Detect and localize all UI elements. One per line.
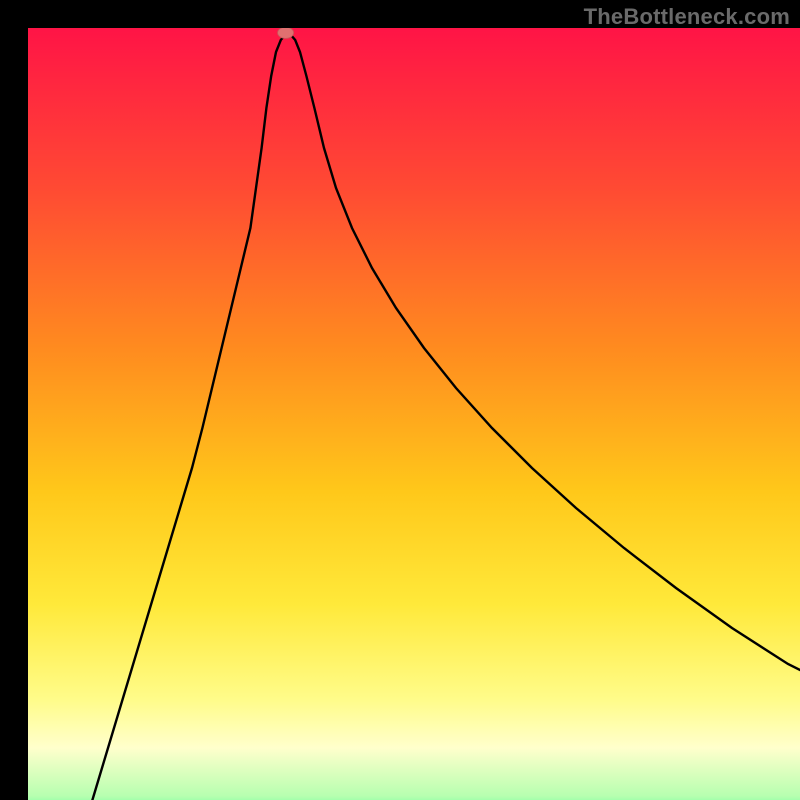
optimum-marker: [278, 28, 294, 38]
attribution-text: TheBottleneck.com: [584, 4, 790, 30]
bottleneck-chart: [28, 28, 800, 800]
chart-background: [28, 28, 800, 800]
chart-frame: TheBottleneck.com: [0, 0, 800, 800]
